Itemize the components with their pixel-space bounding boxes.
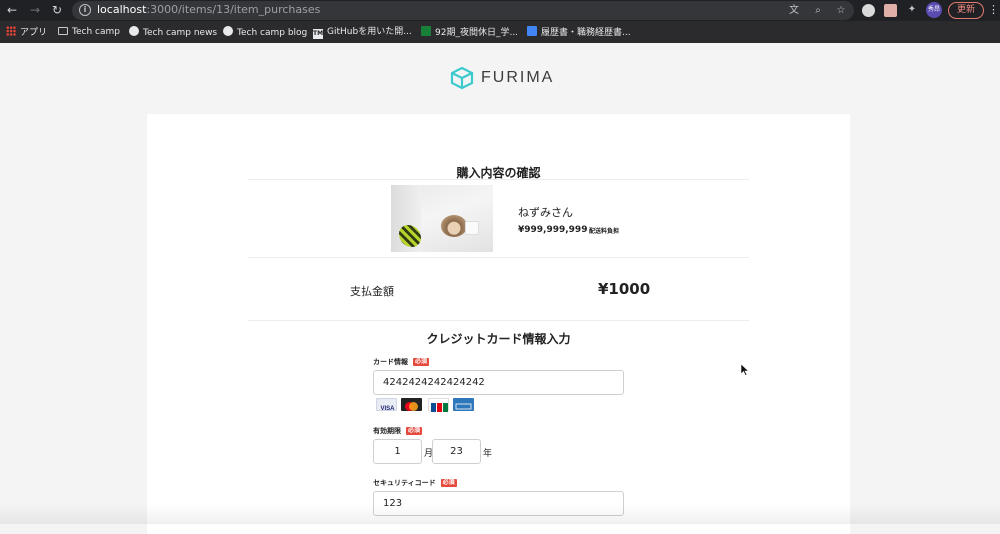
item-price: ¥999,999,999	[518, 225, 588, 235]
bookmark-tech-camp-news[interactable]: Tech camp news	[129, 26, 217, 38]
required-badge: 必須	[440, 479, 457, 487]
required-badge: 必須	[413, 358, 430, 366]
url-text[interactable]: localhost:3000/items/13/item_purchases	[97, 3, 320, 16]
card-form-title: クレジットカード情報入力	[426, 332, 571, 346]
card-number-label: カード情報 必須	[373, 358, 430, 366]
divider	[248, 179, 749, 180]
year-unit: 年	[483, 449, 493, 459]
bookmark-tech-camp-blog[interactable]: Tech camp blog	[223, 26, 307, 38]
bookmark-apps[interactable]: アプリ	[6, 26, 47, 38]
logo-cube-icon	[450, 66, 474, 90]
apps-icon	[6, 26, 16, 36]
shipping-note: 配送料負担	[589, 228, 620, 235]
back-icon[interactable]: ←	[5, 3, 19, 17]
payment-amount: ¥1000	[598, 280, 651, 298]
site-logo[interactable]: FURIMA	[450, 66, 552, 90]
bookmark-star-icon[interactable]: ☆	[835, 5, 847, 17]
purchase-card: 購入内容の確認 ねずみさん ¥999,999,999 配送料負担 支払金額 ¥1…	[147, 114, 850, 534]
divider	[248, 320, 749, 321]
folder-icon	[58, 27, 68, 35]
item-image	[391, 185, 493, 252]
jcb-icon	[428, 398, 449, 412]
extension-icon[interactable]	[862, 4, 875, 17]
menu-icon[interactable]: ⋮	[988, 3, 999, 16]
globe-icon	[223, 26, 233, 36]
required-badge: 必須	[406, 427, 423, 435]
translate-icon[interactable]: 文	[788, 5, 800, 17]
card-number-input[interactable]: 4242424242424242	[373, 370, 624, 395]
expiry-year-input[interactable]: 23	[432, 439, 481, 464]
tm-icon: TM	[313, 29, 324, 39]
expiry-label: 有効期限 必須	[373, 427, 423, 435]
amex-icon	[453, 398, 474, 411]
logo-text: FURIMA	[481, 69, 555, 86]
payment-label: 支払金額	[350, 285, 394, 298]
item-name: ねずみさん	[518, 206, 573, 219]
bookmark-tech-camp[interactable]: Tech camp	[58, 26, 120, 38]
forward-icon[interactable]: →	[28, 3, 42, 17]
profile-avatar[interactable]: 秀昂	[926, 2, 942, 18]
divider	[248, 257, 749, 258]
extension-icon[interactable]	[884, 4, 897, 17]
bookmarks-bar: アプリ Tech camp Tech camp news Tech camp b…	[0, 21, 1000, 43]
page-content: FURIMA 購入内容の確認 ねずみさん ¥999,999,999 配送料負担 …	[0, 43, 1000, 534]
bookmark-github[interactable]: TM GitHubを用いた開...	[313, 26, 412, 39]
docs-icon	[527, 26, 537, 36]
sheets-icon	[421, 26, 431, 36]
address-bar[interactable]: i localhost:3000/items/13/item_purchases…	[72, 1, 854, 20]
reload-icon[interactable]: ↻	[50, 3, 64, 17]
zoom-icon[interactable]: ⌕	[812, 5, 824, 17]
bookmark-sheet[interactable]: 92期_夜間休日_学...	[421, 26, 518, 38]
mastercard-icon	[401, 398, 422, 411]
bookmark-resume[interactable]: 履歴書・職務経歴書...	[527, 26, 631, 38]
cvc-label: セキュリティコード 必須	[373, 479, 457, 487]
puzzle-icon[interactable]: ✦	[906, 4, 918, 16]
site-info-icon[interactable]: i	[79, 4, 91, 16]
globe-icon	[129, 26, 139, 36]
expiry-month-input[interactable]: 1	[373, 439, 422, 464]
bottom-shadow	[0, 504, 1000, 524]
update-button[interactable]: 更新	[948, 2, 984, 19]
visa-icon: VISA	[376, 398, 397, 412]
browser-toolbar: ← → ↻ i localhost:3000/items/13/item_pur…	[0, 0, 1000, 21]
svg-text:VISA: VISA	[380, 406, 395, 412]
mouse-cursor-icon	[741, 364, 749, 376]
